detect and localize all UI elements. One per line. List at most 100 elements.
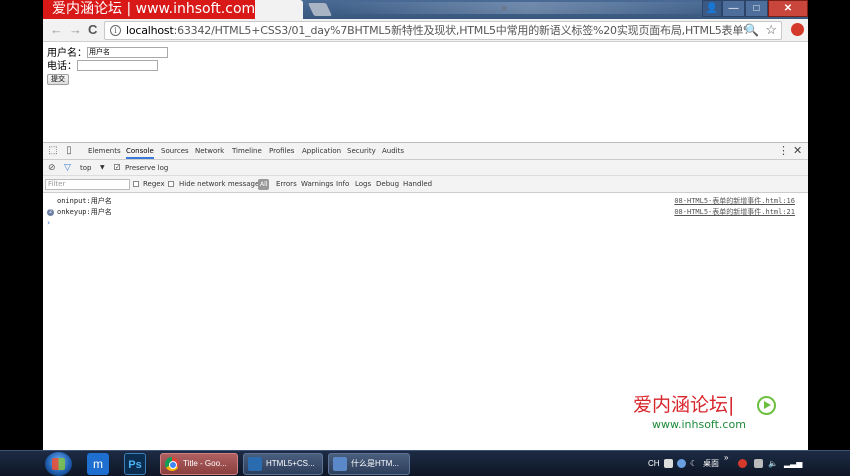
taskbar-task-chrome[interactable]: Title - Goo...	[160, 453, 238, 475]
volume-icon[interactable]: 🔈	[768, 458, 778, 470]
url-path: :63342/HTML5+CSS3/01_day%7BHTML5新特性及现状,H…	[173, 24, 748, 37]
devtools-close-icon[interactable]: ✕	[793, 144, 802, 158]
console-prompt-icon[interactable]: ›	[47, 217, 50, 228]
level-debug[interactable]: Debug	[376, 176, 399, 193]
console-output: oninput:用户名 08-HTML5-表单的新增事件.html:16 2 o…	[43, 193, 808, 450]
username-label: 用户名：	[47, 48, 87, 59]
maximize-button[interactable]: □	[745, 0, 768, 17]
console-filter-bar: Filter Regex Hide network messages All E…	[43, 176, 808, 193]
clear-console-icon[interactable]: ⊘	[48, 160, 56, 176]
info-icon[interactable]: i	[110, 25, 121, 36]
new-tab-button[interactable]	[307, 3, 333, 16]
close-window-button[interactable]: ✕	[768, 0, 808, 17]
hide-network-label: Hide network messages	[179, 180, 263, 188]
taskbar-task-webstorm[interactable]: HTML5+CS...	[243, 453, 323, 475]
browser-window: 爱内涵论坛 | www.inhsoft.com × 👤 — □ ✕ ← → C …	[43, 0, 808, 450]
devtools-menu-icon[interactable]: ⋮	[778, 144, 789, 158]
language-indicator[interactable]: CH	[648, 458, 660, 470]
url-host: localhost	[126, 24, 174, 37]
bookmark-star-icon[interactable]: ☆	[765, 22, 777, 38]
level-logs[interactable]: Logs	[355, 176, 371, 193]
taskbar-task-document[interactable]: 什么是HTM...	[328, 453, 410, 475]
expand-toolbar-icon[interactable]: »	[724, 452, 728, 464]
tab-security[interactable]: Security	[347, 143, 376, 159]
preserve-log-checkbox[interactable]: ✓	[114, 164, 120, 171]
tab-audits[interactable]: Audits	[382, 143, 404, 159]
logo-url: www.inhsoft.com	[652, 418, 746, 431]
tab-application[interactable]: Application	[302, 143, 341, 159]
level-handled[interactable]: Handled	[403, 176, 432, 193]
tab-elements[interactable]: Elements	[88, 143, 121, 159]
reload-icon[interactable]: C	[88, 22, 97, 38]
forward-arrow-icon[interactable]: →	[69, 22, 82, 38]
antivirus-icon[interactable]	[738, 459, 747, 468]
level-errors[interactable]: Errors	[276, 176, 297, 193]
network-icon[interactable]	[754, 459, 763, 468]
start-button[interactable]	[45, 452, 72, 476]
site-logo: 爱内涵论坛| www.inhsoft.com	[633, 393, 783, 437]
zoom-icon[interactable]: 🔍	[744, 23, 759, 37]
tab-profiles[interactable]: Profiles	[269, 143, 294, 159]
regex-checkbox[interactable]	[133, 181, 139, 187]
watermark-banner: 爱内涵论坛 | www.inhsoft.com	[43, 0, 255, 19]
task-label: 什么是HTM...	[351, 459, 399, 468]
repeat-count-badge: 2	[47, 209, 54, 216]
tab-sources[interactable]: Sources	[161, 143, 189, 159]
ime-icon[interactable]	[664, 459, 673, 468]
phone-row: 电话：	[47, 60, 158, 73]
filter-input[interactable]: Filter	[45, 179, 130, 190]
inspect-element-icon[interactable]: ⬚	[47, 145, 59, 157]
window-controls: 👤 — □ ✕	[702, 0, 808, 18]
devtools-panel: ⬚ ▯ Elements Console Sources Network Tim…	[43, 142, 808, 450]
task-label: Title - Goo...	[183, 459, 227, 468]
maxthon-app-icon[interactable]: m	[87, 453, 109, 475]
level-all[interactable]: All	[258, 179, 270, 190]
help-icon[interactable]	[677, 459, 686, 468]
console-log-line: oninput:用户名 08-HTML5-表单的新增事件.html:16	[43, 196, 808, 207]
tab-console[interactable]: Console	[126, 143, 154, 159]
screen: 爱内涵论坛 | www.inhsoft.com × 👤 — □ ✕ ← → C …	[0, 0, 850, 476]
taskbar: m Ps Title - Goo... HTML5+CS... 什么是HTM..…	[0, 450, 850, 476]
extension-icon[interactable]	[791, 23, 804, 36]
device-toolbar-icon[interactable]: ▯	[63, 145, 75, 157]
tab-timeline[interactable]: Timeline	[232, 143, 262, 159]
level-info[interactable]: Info	[336, 176, 349, 193]
play-icon	[757, 396, 776, 415]
user-icon[interactable]: 👤	[702, 0, 722, 17]
system-tray: CH ☾ 桌面 » 🔈 ▂▃▅	[620, 451, 850, 476]
tab-network[interactable]: Network	[195, 143, 224, 159]
log-source-link[interactable]: 08-HTML5-表单的新增事件.html:16	[674, 196, 795, 207]
address-bar: ← → C i localhost:63342/HTML5+CSS3/01_da…	[43, 19, 808, 42]
url-text[interactable]: localhost:63342/HTML5+CSS3/01_day%7BHTML…	[126, 23, 748, 39]
page-content: 用户名： 用户名 电话： 提交	[43, 42, 808, 142]
phone-label: 电话：	[47, 61, 77, 72]
photoshop-app-icon[interactable]: Ps	[124, 453, 146, 475]
blurred-tab-strip	[335, 2, 725, 14]
desktop-label[interactable]: 桌面	[703, 458, 719, 470]
omnibox[interactable]: i localhost:63342/HTML5+CSS3/01_day%7BHT…	[104, 21, 782, 40]
signal-icon[interactable]: ▂▃▅	[784, 458, 802, 470]
moon-icon[interactable]: ☾	[690, 458, 697, 470]
webstorm-icon	[248, 457, 262, 471]
hide-network-checkbox[interactable]	[168, 181, 174, 187]
username-input[interactable]: 用户名	[87, 47, 168, 58]
context-select[interactable]: top	[80, 160, 91, 176]
level-warnings[interactable]: Warnings	[301, 176, 333, 193]
back-arrow-icon[interactable]: ←	[50, 22, 63, 38]
log-source-link[interactable]: 08-HTML5-表单的新增事件.html:21	[674, 207, 795, 218]
preserve-log-label: Preserve log	[125, 164, 169, 172]
logo-text: 爱内涵论坛|	[633, 394, 735, 416]
submit-button[interactable]: 提交	[47, 74, 69, 85]
filter-funnel-icon[interactable]: ▽	[64, 160, 71, 176]
minimize-button[interactable]: —	[722, 0, 745, 17]
regex-label: Regex	[143, 180, 165, 188]
log-message: oninput:用户名	[57, 197, 112, 205]
phone-input[interactable]	[77, 60, 158, 71]
console-log-line: 2 onkeyup:用户名 08-HTML5-表单的新增事件.html:21	[43, 207, 808, 218]
chrome-icon	[165, 457, 179, 471]
log-message: onkeyup:用户名	[57, 208, 112, 216]
username-row: 用户名： 用户名	[47, 47, 168, 60]
browser-tab-active[interactable]: ×	[255, 0, 507, 19]
title-bar: 爱内涵论坛 | www.inhsoft.com × 👤 — □ ✕	[43, 0, 808, 19]
context-dropdown-icon[interactable]: ▼	[100, 160, 105, 176]
